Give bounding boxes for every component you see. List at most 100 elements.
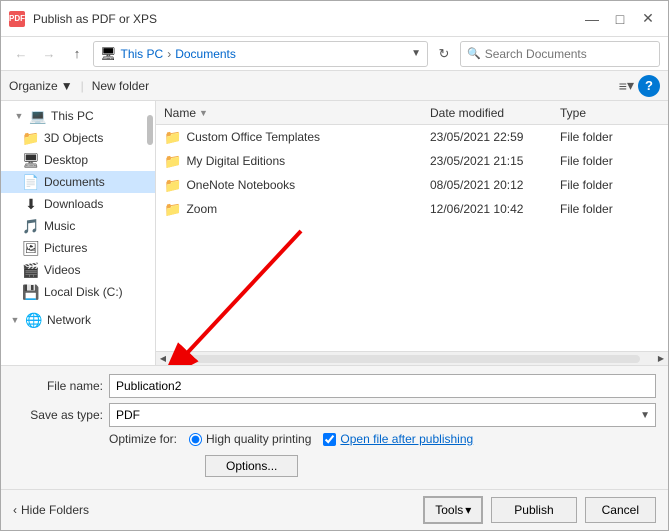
scroll-left-button[interactable]: ◀ bbox=[156, 352, 170, 366]
file-list: 📁 Custom Office Templates 23/05/2021 22:… bbox=[156, 125, 668, 351]
optimize-row: Optimize for: High quality printing Open… bbox=[13, 432, 656, 446]
file-header: Name ▼ Date modified Type bbox=[156, 101, 668, 125]
search-box: 🔍 bbox=[460, 41, 660, 67]
tools-button-group: Tools ▾ bbox=[423, 496, 483, 524]
tools-button[interactable]: Tools ▾ bbox=[424, 497, 482, 523]
nav-toolbar: ← → ↑ 🖥 This PC › Documents ▼ ↻ 🔍 bbox=[1, 37, 668, 71]
videos-icon: 🎬 bbox=[23, 262, 39, 278]
breadcrumb-this-pc[interactable]: This PC bbox=[121, 47, 164, 61]
address-bar[interactable]: 🖥 This PC › Documents ▼ bbox=[93, 41, 428, 67]
chevron-left-icon: ‹ bbox=[13, 503, 17, 517]
view-chevron-icon: ▾ bbox=[627, 77, 634, 94]
window-controls: — □ ✕ bbox=[580, 8, 660, 30]
file-name: Zoom bbox=[186, 202, 217, 216]
main-area: ▼ 💻 This PC 📁 3D Objects 🖥 Desktop 📄 Doc… bbox=[1, 101, 668, 365]
options-row: Options... bbox=[13, 451, 656, 477]
file-name: Custom Office Templates bbox=[186, 130, 320, 144]
sidebar-item-local-disk[interactable]: 💾 Local Disk (C:) bbox=[1, 281, 155, 303]
view-icon: ≡ bbox=[619, 78, 627, 94]
col-header-type[interactable]: Type bbox=[560, 106, 660, 120]
save-type-select[interactable]: PDF bbox=[109, 403, 656, 427]
sidebar-item-desktop[interactable]: 🖥 Desktop bbox=[1, 149, 155, 171]
open-file-label[interactable]: Open file after publishing bbox=[340, 432, 473, 446]
toolbar-divider: | bbox=[81, 79, 84, 93]
save-type-row: Save as type: PDF ▼ bbox=[13, 403, 656, 427]
scroll-track bbox=[184, 355, 640, 363]
sidebar-item-documents[interactable]: 📄 Documents bbox=[1, 171, 155, 193]
file-date-cell: 08/05/2021 20:12 bbox=[430, 178, 560, 192]
file-type-cell: File folder bbox=[560, 202, 660, 216]
main-window: PDF Publish as PDF or XPS — □ ✕ ← → ↑ 🖥 … bbox=[0, 0, 669, 531]
search-input[interactable] bbox=[485, 47, 653, 61]
save-type-label: Save as type: bbox=[13, 408, 103, 422]
bottom-form-area: File name: Save as type: PDF ▼ Optimize … bbox=[1, 365, 668, 489]
breadcrumb-sep1: › bbox=[167, 47, 171, 61]
tools-label: Tools bbox=[435, 503, 463, 517]
file-row[interactable]: 📁 My Digital Editions 23/05/2021 21:15 F… bbox=[156, 149, 668, 173]
hide-folders-button[interactable]: ‹ Hide Folders bbox=[13, 503, 89, 517]
sidebar: ▼ 💻 This PC 📁 3D Objects 🖥 Desktop 📄 Doc… bbox=[1, 101, 156, 365]
help-button[interactable]: ? bbox=[638, 75, 660, 97]
minimize-button[interactable]: — bbox=[580, 8, 604, 30]
local-disk-icon: 💾 bbox=[23, 284, 39, 300]
hide-folders-label: Hide Folders bbox=[21, 503, 89, 517]
downloads-icon: ⬇ bbox=[23, 196, 39, 212]
address-dropdown-arrow[interactable]: ▼ bbox=[411, 48, 421, 59]
file-name-cell: 📁 Zoom bbox=[164, 201, 430, 218]
network-icon: 🌐 bbox=[26, 312, 42, 328]
file-row[interactable]: 📁 OneNote Notebooks 08/05/2021 20:12 Fil… bbox=[156, 173, 668, 197]
up-button[interactable]: ↑ bbox=[65, 42, 89, 66]
open-after-publish-checkbox[interactable]: Open file after publishing bbox=[323, 432, 473, 446]
sidebar-item-network[interactable]: ▼ 🌐 Network bbox=[1, 309, 155, 331]
sidebar-label-network: Network bbox=[47, 313, 91, 327]
forward-button[interactable]: → bbox=[37, 42, 61, 66]
sidebar-item-music[interactable]: 🎵 Music bbox=[1, 215, 155, 237]
file-name-input[interactable] bbox=[109, 374, 656, 398]
organize-button[interactable]: Organize ▼ bbox=[9, 79, 73, 93]
sidebar-item-pictures[interactable]: 🖼 Pictures bbox=[1, 237, 155, 259]
breadcrumb-documents[interactable]: Documents bbox=[175, 47, 236, 61]
sidebar-label-pictures: Pictures bbox=[44, 241, 87, 255]
search-icon: 🔍 bbox=[467, 47, 481, 60]
cancel-button[interactable]: Cancel bbox=[585, 497, 656, 523]
publish-button[interactable]: Publish bbox=[491, 497, 576, 523]
new-folder-button[interactable]: New folder bbox=[92, 79, 149, 93]
3d-objects-icon: 📁 bbox=[23, 130, 39, 146]
save-type-wrapper: PDF ▼ bbox=[109, 403, 656, 427]
file-type-cell: File folder bbox=[560, 154, 660, 168]
col-header-name[interactable]: Name ▼ bbox=[164, 106, 430, 120]
refresh-button[interactable]: ↻ bbox=[432, 42, 456, 66]
file-area: Name ▼ Date modified Type 📁 Custom Offic… bbox=[156, 101, 668, 365]
sidebar-item-3d-objects[interactable]: 📁 3D Objects bbox=[1, 127, 155, 149]
options-area: Options... bbox=[13, 451, 298, 477]
sidebar-label-music: Music bbox=[44, 219, 75, 233]
sidebar-item-downloads[interactable]: ⬇ Downloads bbox=[1, 193, 155, 215]
sidebar-label-documents: Documents bbox=[44, 175, 105, 189]
file-name-row: File name: bbox=[13, 374, 656, 398]
folder-icon: 📁 bbox=[164, 153, 181, 170]
breadcrumb-icon: 🖥 bbox=[100, 46, 117, 62]
file-name-cell: 📁 Custom Office Templates bbox=[164, 129, 430, 146]
open-file-checkbox-input[interactable] bbox=[323, 433, 336, 446]
options-button[interactable]: Options... bbox=[205, 455, 298, 477]
action-bar: ‹ Hide Folders Tools ▾ Publish Cancel bbox=[1, 489, 668, 530]
organize-toolbar: Organize ▼ | New folder ≡ ▾ ? bbox=[1, 71, 668, 101]
file-name-label: File name: bbox=[13, 379, 103, 393]
radio-high-quality[interactable]: High quality printing bbox=[189, 432, 311, 446]
sidebar-item-this-pc[interactable]: ▼ 💻 This PC bbox=[1, 105, 155, 127]
sidebar-label-local-disk: Local Disk (C:) bbox=[44, 285, 123, 299]
file-date-cell: 23/05/2021 21:15 bbox=[430, 154, 560, 168]
back-button[interactable]: ← bbox=[9, 42, 33, 66]
maximize-button[interactable]: □ bbox=[608, 8, 632, 30]
file-name: OneNote Notebooks bbox=[186, 178, 295, 192]
file-row[interactable]: 📁 Custom Office Templates 23/05/2021 22:… bbox=[156, 125, 668, 149]
horizontal-scrollbar[interactable]: ◀ ▶ bbox=[156, 351, 668, 365]
col-header-date[interactable]: Date modified bbox=[430, 106, 560, 120]
file-date-cell: 12/06/2021 10:42 bbox=[430, 202, 560, 216]
sidebar-item-videos[interactable]: 🎬 Videos bbox=[1, 259, 155, 281]
scroll-right-button[interactable]: ▶ bbox=[654, 352, 668, 366]
close-button[interactable]: ✕ bbox=[636, 8, 660, 30]
file-row[interactable]: 📁 Zoom 12/06/2021 10:42 File folder bbox=[156, 197, 668, 221]
radio-high-quality-input[interactable] bbox=[189, 433, 202, 446]
view-button[interactable]: ≡ ▾ bbox=[619, 77, 634, 94]
